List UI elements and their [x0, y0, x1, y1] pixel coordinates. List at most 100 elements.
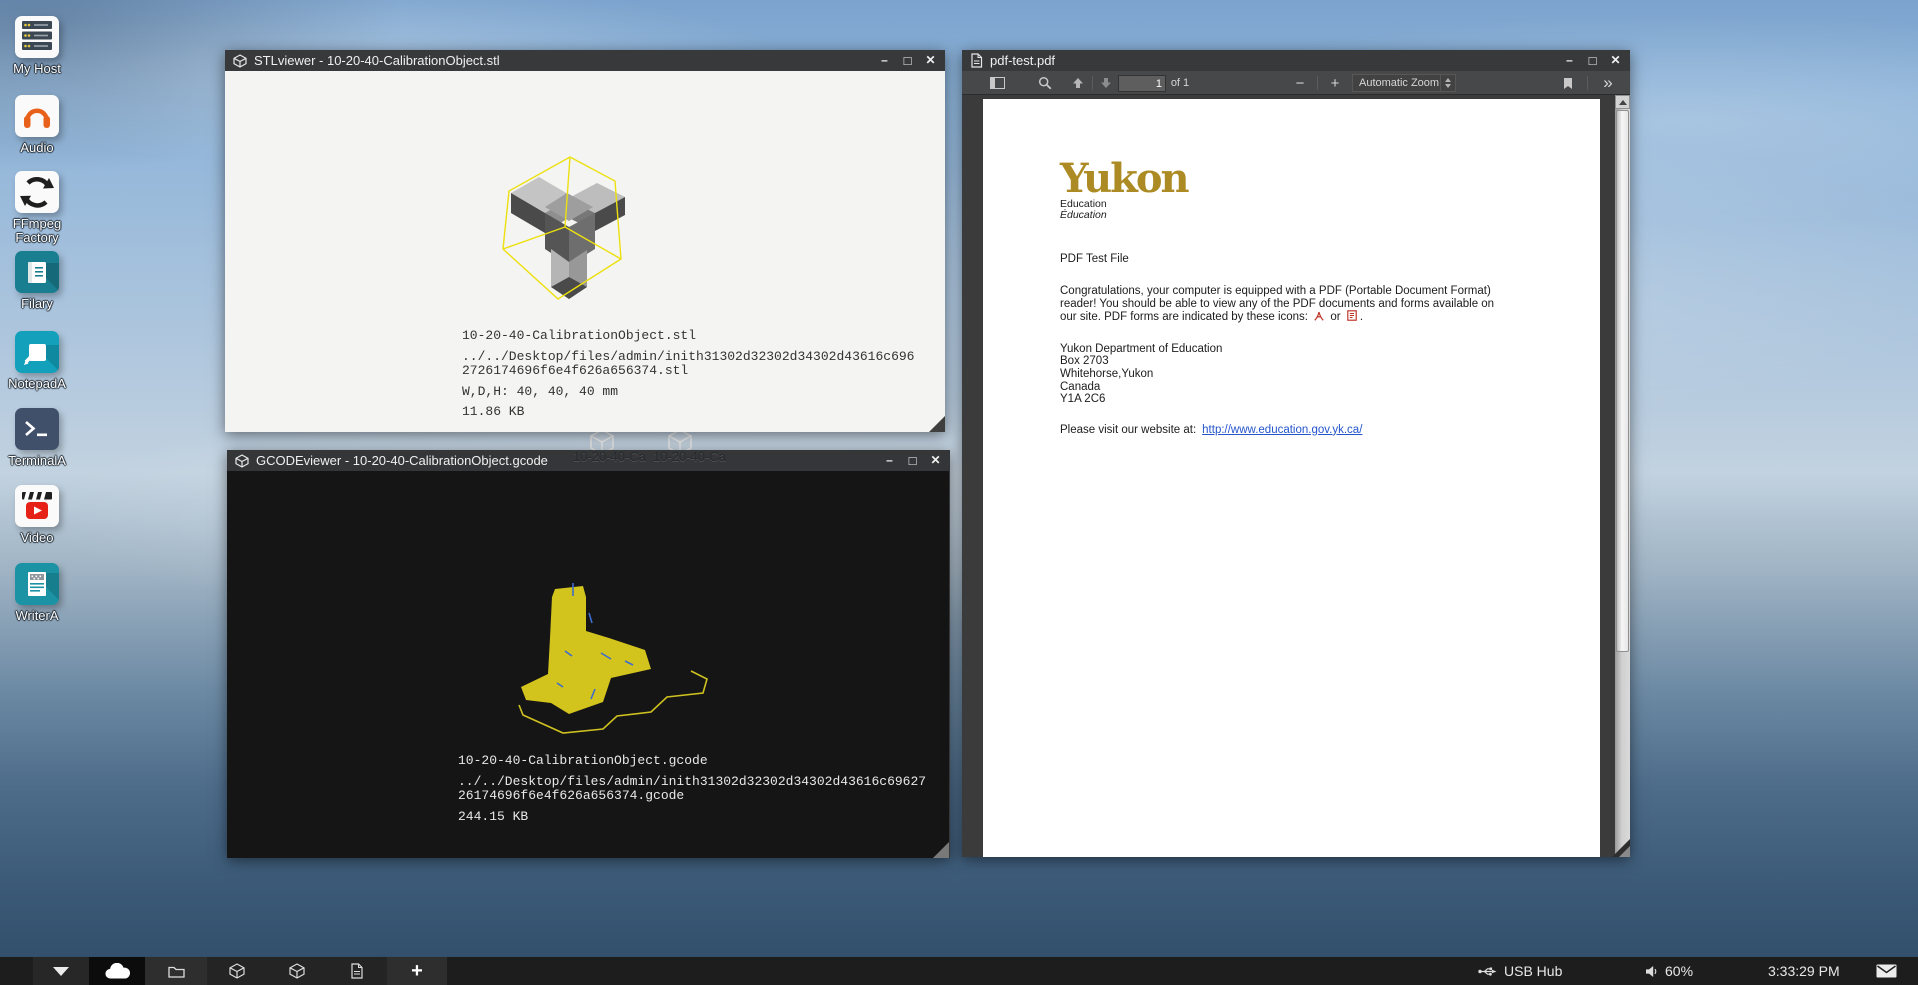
dropdown-arrows-icon [1441, 78, 1455, 88]
close-button[interactable]: ✕ [1609, 50, 1622, 71]
minimize-button[interactable]: – [878, 50, 891, 71]
desktop-icon-filary[interactable]: Filary [6, 251, 68, 311]
gcode-filesize: 244.15 KB [458, 810, 926, 825]
notepad-pencil-icon [15, 331, 59, 373]
pdf-file-icon [350, 963, 364, 979]
zoom-out-button[interactable]: − [1290, 71, 1310, 95]
pdf-paragraph: Congratulations, your computer is equipp… [1060, 285, 1600, 325]
cube-icon [229, 963, 245, 979]
gcode-3d-viewport[interactable]: 10-20-40-CalibrationObject.gcode ../../D… [227, 471, 950, 858]
desktop-icon-video[interactable]: Video [6, 485, 68, 545]
gcode-model-render [505, 583, 715, 743]
previous-page-button[interactable] [1067, 71, 1089, 95]
desktop-icon-terminala[interactable]: TerminalA [6, 408, 68, 468]
desktop-icon-label: My Host [13, 62, 61, 76]
tray-mail[interactable] [1876, 957, 1897, 985]
cube-icon [289, 963, 305, 979]
address-line: Yukon Department of Education [1060, 343, 1600, 356]
pdf-content-area: Yukon Education Éducation PDF Test File … [962, 95, 1630, 857]
zoom-in-button[interactable]: + [1325, 71, 1345, 95]
desktop-icon-ffmpeg-factory[interactable]: FFmpeg Factory [6, 171, 68, 245]
page-number-input[interactable] [1118, 75, 1166, 92]
taskbar-pdfviewer-button[interactable] [327, 957, 387, 985]
scrollbar[interactable] [1615, 95, 1630, 857]
taskbar-cloud-button[interactable] [89, 957, 145, 985]
tray-volume[interactable]: 60% [1645, 957, 1693, 985]
stl-model-render [475, 119, 665, 319]
address-line: Y1A 2C6 [1060, 393, 1600, 406]
zoom-select-value: Automatic Zoom [1353, 77, 1440, 89]
resize-grip[interactable] [929, 416, 945, 432]
book-icon [15, 251, 59, 293]
minimize-button[interactable]: – [1563, 50, 1576, 71]
website-link[interactable]: http://www.education.gov.yk.ca/ [1202, 424, 1362, 436]
document-icon [15, 563, 59, 605]
taskbar-stlviewer-button[interactable] [207, 957, 267, 985]
pdf-toolbar: of 1 − + Automatic Zoom » [962, 71, 1630, 95]
search-icon[interactable] [1034, 71, 1056, 95]
desktop-icon-label: NotepadA [8, 377, 66, 391]
tray-usb[interactable]: USB Hub [1478, 957, 1562, 985]
toolbar-divider [1092, 76, 1093, 90]
desktop-icon-label: Audio [20, 141, 53, 155]
scrollbar-up-arrow[interactable] [1615, 95, 1630, 109]
zoom-select[interactable]: Automatic Zoom [1352, 74, 1456, 92]
cloud-icon [104, 963, 131, 980]
stl-filename: 10-20-40-CalibrationObject.stl [462, 329, 914, 344]
desktop-icon-audio[interactable]: Audio [6, 95, 68, 155]
taskbar-add-button[interactable]: + [387, 957, 447, 985]
window-title: pdf-test.pdf [990, 53, 1563, 68]
scrollbar-thumb[interactable] [1616, 110, 1629, 652]
taskbar-file-manager-button[interactable] [145, 957, 207, 985]
close-button[interactable]: ✕ [924, 50, 937, 71]
gcode-viewer-window: GCODEviewer - 10-20-40-CalibrationObject… [227, 450, 950, 858]
cube-icon [233, 54, 247, 68]
desktop-icon-writera[interactable]: WriterA [6, 563, 68, 623]
pdf-paragraph-line: our site. PDF forms are indicated by the… [1060, 310, 1600, 325]
stl-window-titlebar[interactable]: STLviewer - 10-20-40-CalibrationObject.s… [225, 50, 945, 71]
usb-icon [1478, 965, 1497, 978]
stl-path-line2: 2726174696f6e4f626a656374.stl [462, 364, 914, 379]
headphones-icon [15, 95, 59, 137]
stl-3d-viewport[interactable]: 10-20-40-CalibrationObject.stl ../../Des… [225, 71, 945, 432]
stl-filesize: 11.86 KB [462, 405, 914, 420]
taskbar-menu-button[interactable] [33, 957, 89, 985]
sidebar-toggle-button[interactable] [986, 71, 1008, 95]
close-button[interactable]: ✕ [929, 450, 942, 471]
pdf-website-line: Please visit our website at:http://www.e… [1060, 424, 1600, 436]
desktop-icon-label: Filary [21, 297, 53, 311]
ghost-icon-label: 10-20-40-Ca [653, 449, 726, 464]
next-page-button[interactable] [1095, 71, 1117, 95]
bookmark-icon[interactable] [1558, 71, 1578, 95]
taskbar-gcodeviewer-button[interactable] [267, 957, 327, 985]
taskbar: + USB Hub 60% 3:33:29 PM [0, 957, 1918, 985]
video-clapper-play-icon [15, 485, 59, 527]
maximize-button[interactable]: □ [1586, 50, 1599, 71]
maximize-button[interactable]: □ [906, 450, 919, 471]
pdf-page: Yukon Education Éducation PDF Test File … [983, 99, 1600, 857]
pdf-window-titlebar[interactable]: pdf-test.pdf – □ ✕ [962, 50, 1630, 71]
pdf-paragraph-line: Congratulations, your computer is equipp… [1060, 285, 1600, 298]
gcode-file-info: 10-20-40-CalibrationObject.gcode ../../D… [458, 754, 926, 824]
speaker-icon [1645, 965, 1658, 978]
cube-icon [235, 454, 249, 468]
address-line: Whitehorse,Yukon [1060, 368, 1600, 381]
desktop-icon-label: WriterA [15, 609, 58, 623]
desktop-icon-label: Video [20, 531, 53, 545]
desktop-icon-label: TerminalA [8, 454, 66, 468]
resize-grip[interactable] [933, 842, 949, 858]
address-line: Canada [1060, 381, 1600, 394]
desktop-icon-notepada[interactable]: NotepadA [6, 331, 68, 391]
desktop-icon-my-host[interactable]: My Host [6, 16, 68, 76]
toolbar-divider [1587, 76, 1588, 90]
toolbar-divider [1317, 76, 1318, 90]
tray-clock: 3:33:29 PM [1768, 957, 1840, 985]
more-tools-button[interactable]: » [1596, 71, 1620, 95]
gcode-path-line1: ../../Desktop/files/admin/inith31302d323… [458, 775, 926, 790]
maximize-button[interactable]: □ [901, 50, 914, 71]
envelope-icon [1876, 964, 1897, 978]
minimize-button[interactable]: – [883, 450, 896, 471]
window-title: GCODEviewer - 10-20-40-CalibrationObject… [256, 453, 883, 468]
stl-dimensions: W,D,H: 40, 40, 40 mm [462, 385, 914, 400]
stl-file-info: 10-20-40-CalibrationObject.stl ../../Des… [462, 329, 914, 420]
